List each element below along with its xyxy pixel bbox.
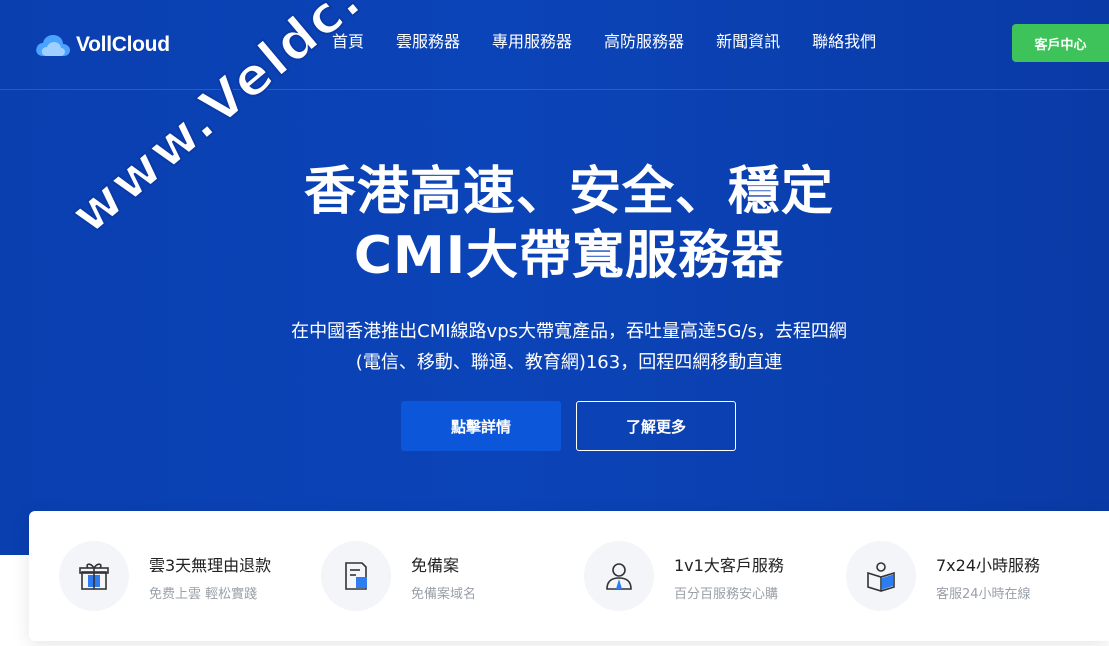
nav-item-contact[interactable]: 聯絡我們	[796, 31, 892, 53]
hero-subtitle-line-1: 在中國香港推出CMI線路vps大帶寬產品，吞吐量高達5G/s，去程四網	[291, 321, 847, 342]
details-button[interactable]: 點擊詳情	[401, 401, 561, 451]
support-agent-icon	[584, 541, 654, 611]
features-panel: 雲3天無理由退款 免费上雲 輕松實踐 免備案 免備案域名 1v1大客戶服務 百分…	[29, 511, 1109, 641]
logo-text: VollCloud	[76, 33, 170, 56]
feature-title: 免備案	[411, 556, 460, 575]
feature-24h-service: 7x24小時服務 客服24小時在線	[846, 541, 1108, 611]
brand-logo[interactable]: VollCloud	[34, 31, 170, 59]
learn-more-button[interactable]: 了解更多	[576, 401, 736, 451]
feature-desc: 免费上雲 輕松實踐	[149, 587, 258, 602]
nav-item-cloud-server[interactable]: 雲服務器	[380, 31, 476, 53]
feature-title: 7x24小時服務	[936, 556, 1041, 575]
hero-title-line-2: CMI大帶寬服務器	[353, 226, 785, 286]
nav-item-ddos-server[interactable]: 高防服務器	[588, 31, 700, 53]
hero-section: VollCloud 首頁 雲服務器 專用服務器 高防服務器 新聞資訊 聯絡我們 …	[0, 0, 1109, 555]
document-icon	[321, 541, 391, 611]
feature-no-filing: 免備案 免備案域名	[321, 541, 583, 611]
top-navigation: VollCloud 首頁 雲服務器 專用服務器 高防服務器 新聞資訊 聯絡我們 …	[0, 0, 1109, 90]
feature-desc: 客服24小時在線	[936, 587, 1031, 602]
feature-title: 1v1大客戶服務	[674, 556, 784, 575]
main-menu: 首頁 雲服務器 專用服務器 高防服務器 新聞資訊 聯絡我們	[316, 31, 892, 53]
feature-vip-service: 1v1大客戶服務 百分百服務安心購	[584, 541, 846, 611]
hero-subtitle-line-2: (電信、移動、聯通、教育網)163，回程四網移動直連	[355, 352, 783, 373]
feature-desc: 免備案域名	[411, 587, 477, 602]
gift-icon	[59, 541, 129, 611]
feature-refund: 雲3天無理由退款 免费上雲 輕松實踐	[59, 541, 321, 611]
reading-icon	[846, 541, 916, 611]
feature-title: 雲3天無理由退款	[149, 556, 272, 575]
feature-desc: 百分百服務安心購	[674, 587, 779, 602]
nav-item-news[interactable]: 新聞資訊	[700, 31, 796, 53]
cloud-logo-icon	[36, 35, 70, 56]
nav-item-dedicated-server[interactable]: 專用服務器	[476, 31, 588, 53]
client-center-button[interactable]: 客戶中心	[1012, 24, 1109, 62]
hero-subtitle: 在中國香港推出CMI線路vps大帶寬產品，吞吐量高達5G/s，去程四網 (電信、…	[0, 316, 1109, 378]
